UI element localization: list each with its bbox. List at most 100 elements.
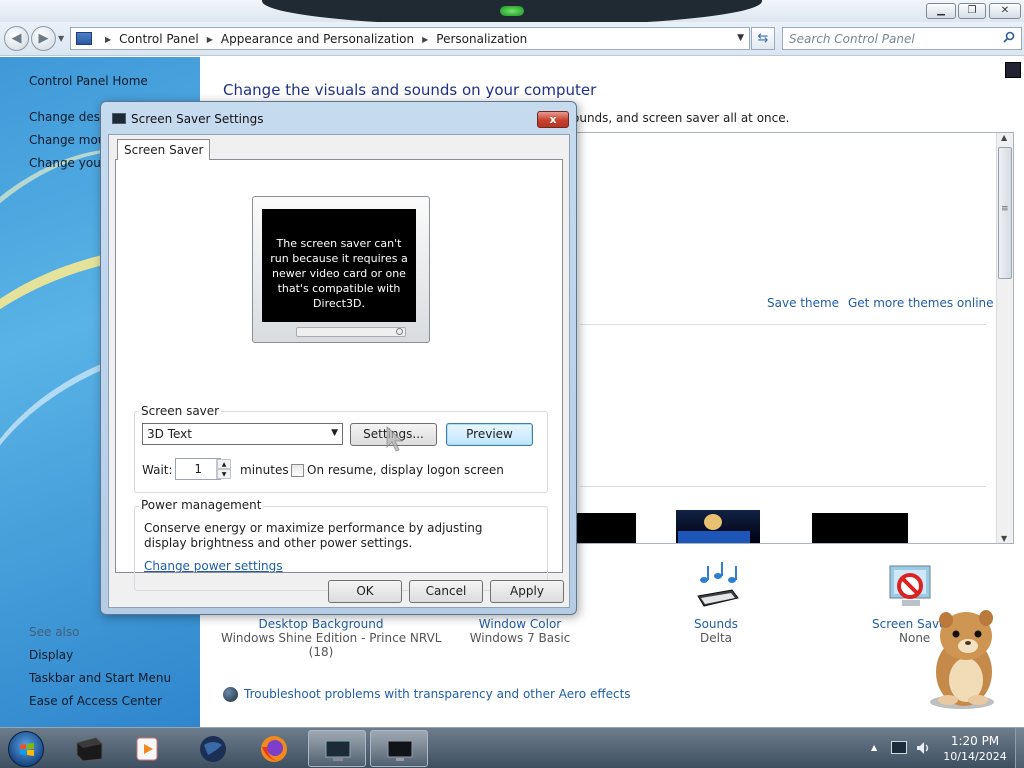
show-desktop-button[interactable]: [1015, 728, 1024, 768]
navigation-bar: ◀ ▶ ▼ ▶ Control Panel ▶ Appearance and Pers…: [0, 22, 1024, 56]
spin-up-icon[interactable]: ▲: [217, 459, 231, 469]
system-clock[interactable]: 1:20 PM 10/14/2024: [940, 733, 1010, 765]
resume-logon-checkbox[interactable]: [291, 464, 304, 477]
change-power-settings-link[interactable]: Change power settings: [144, 559, 283, 573]
power-management-description: Conserve energy or maximize performance …: [144, 521, 483, 550]
get-more-themes-link[interactable]: Get more themes online: [848, 296, 994, 310]
wait-minutes-stepper[interactable]: ▲ ▼: [216, 459, 231, 479]
tab-screen-saver[interactable]: Screen Saver: [117, 139, 211, 160]
control-panel-home-link[interactable]: Control Panel Home: [29, 74, 148, 88]
taskbar-app-terminal[interactable]: [60, 730, 118, 767]
show-hidden-icons-icon[interactable]: ▲: [871, 743, 877, 752]
scroll-grip-icon: ≡: [1001, 204, 1009, 214]
search-icon[interactable]: [1003, 31, 1015, 43]
see-also-heading: See also: [29, 625, 80, 639]
breadcrumb-control-panel[interactable]: Control Panel: [119, 32, 199, 46]
resume-logon-label[interactable]: On resume, display logon screen: [307, 463, 504, 477]
aero-troubleshoot-icon[interactable]: [223, 687, 238, 702]
chevron-right-icon[interactable]: ▶: [207, 35, 213, 44]
back-button[interactable]: ◀: [4, 26, 29, 51]
monitor-base: [296, 327, 406, 337]
window-color-item[interactable]: Window Color Windows 7 Basic: [460, 617, 580, 645]
taskbar-app-firefox[interactable]: [245, 730, 303, 767]
screen-saver-group-label: Screen saver: [139, 404, 222, 418]
theme-list: [570, 132, 1014, 544]
page-subtitle: ounds, and screen saver all at once.: [572, 111, 790, 125]
search-input[interactable]: [782, 27, 1022, 50]
minimize-button[interactable]: ▁: [926, 3, 956, 19]
address-dropdown-icon[interactable]: ▼: [737, 33, 744, 43]
breadcrumb-personalization[interactable]: Personalization: [436, 32, 527, 46]
ease-of-access-link[interactable]: Ease of Access Center: [29, 694, 162, 708]
terminal-icon: [76, 737, 103, 762]
start-button[interactable]: [8, 731, 44, 767]
theme-thumbnail[interactable]: [576, 513, 636, 543]
screen-saver-preview: The screen saver can't run because it re…: [252, 196, 430, 343]
theme-thumbnail[interactable]: [812, 513, 908, 543]
taskbar-app-media-player[interactable]: [119, 730, 177, 767]
desktop-background-value: Windows Shine Edition - Prince NRVL: [221, 631, 442, 645]
ok-button[interactable]: OK: [328, 580, 402, 603]
scroll-down-icon[interactable]: ▼: [1001, 534, 1007, 543]
firefox-icon: [261, 736, 287, 762]
divider: [580, 324, 986, 325]
wait-minutes-input[interactable]: 1: [175, 458, 221, 480]
sounds-item[interactable]: Sounds Delta: [676, 617, 756, 645]
chevron-right-icon[interactable]: ▶: [422, 35, 428, 44]
forward-button[interactable]: ▶: [31, 26, 56, 51]
hamster-desktop-pet-icon[interactable]: [918, 604, 1008, 712]
screen-saver-select[interactable]: 3D Text ▼: [142, 423, 343, 445]
chevron-right-icon[interactable]: ▶: [105, 35, 111, 44]
breadcrumb: ▶ Control Panel ▶ Appearance and Personaliz…: [97, 32, 527, 46]
chevron-down-icon[interactable]: ▼: [331, 428, 338, 438]
troubleshoot-transparency-link[interactable]: Troubleshoot problems with transparency …: [244, 687, 631, 701]
thumbnail-taskbar-strip: [678, 531, 750, 543]
dialog-title: Screen Saver Settings: [131, 112, 264, 126]
tab-panel: The screen saver can't run because it re…: [115, 159, 563, 591]
cancel-button[interactable]: Cancel: [409, 580, 483, 603]
volume-icon[interactable]: [915, 740, 931, 756]
dialog-close-button[interactable]: x: [537, 111, 569, 128]
windows-logo-icon: [20, 743, 34, 756]
media-player-icon: [136, 737, 158, 761]
taskbar-start-menu-link[interactable]: Taskbar and Start Menu: [29, 671, 171, 685]
desktop-background-item[interactable]: Desktop Background Windows Shine Edition…: [221, 617, 442, 659]
network-icon[interactable]: [891, 741, 907, 754]
apply-button[interactable]: Apply: [490, 580, 564, 603]
taskbar-app-personalization[interactable]: [308, 730, 366, 767]
taskbar-app-screen-saver-settings[interactable]: [370, 730, 428, 767]
screen-saver-settings-dialog: Screen Saver Settings x Screen Saver The…: [100, 101, 577, 615]
maximize-button[interactable]: ❐: [958, 3, 986, 19]
display-link[interactable]: Display: [29, 648, 73, 662]
close-window-button[interactable]: ✕: [989, 3, 1021, 19]
desktop-background-label[interactable]: Desktop Background: [221, 617, 421, 631]
sounds-label[interactable]: Sounds: [676, 617, 756, 631]
window-color-label[interactable]: Window Color: [460, 617, 580, 631]
change-account-picture-link[interactable]: Change your: [29, 156, 106, 170]
taskbar-app-globe[interactable]: [184, 730, 242, 767]
refresh-button[interactable]: ⇆: [751, 27, 775, 50]
glow-decoration: [500, 6, 524, 16]
minutes-label: minutes: [240, 463, 289, 477]
theme-list-scrollbar[interactable]: ▲ ≡ ▼: [996, 133, 1013, 543]
save-theme-link[interactable]: Save theme: [767, 296, 839, 310]
desktop-background-count: (18): [308, 645, 334, 659]
spin-down-icon[interactable]: ▼: [217, 469, 231, 479]
preview-button[interactable]: Preview: [446, 423, 533, 446]
selected-screen-saver: 3D Text: [147, 427, 192, 441]
window-title-bar: ▁ ❐ ✕: [0, 0, 1024, 26]
sounds-value: Delta: [699, 631, 732, 645]
address-bar[interactable]: ▶ Control Panel ▶ Appearance and Personaliz…: [70, 27, 750, 50]
sounds-icon[interactable]: [692, 560, 740, 612]
divider: [580, 486, 986, 487]
theme-thumbnail[interactable]: [676, 510, 760, 543]
help-icon[interactable]: [1005, 62, 1021, 78]
recent-pages-dropdown-icon[interactable]: ▼: [58, 34, 64, 43]
dialog-body: Screen Saver The screen saver can't run …: [108, 134, 570, 608]
breadcrumb-appearance[interactable]: Appearance and Personalization: [221, 32, 414, 46]
control-panel-icon: [76, 32, 92, 45]
scroll-up-icon[interactable]: ▲: [1001, 133, 1007, 142]
power-led-icon: [396, 328, 403, 335]
wait-label: Wait:: [142, 463, 173, 477]
mouse-cursor-icon: [386, 425, 404, 452]
